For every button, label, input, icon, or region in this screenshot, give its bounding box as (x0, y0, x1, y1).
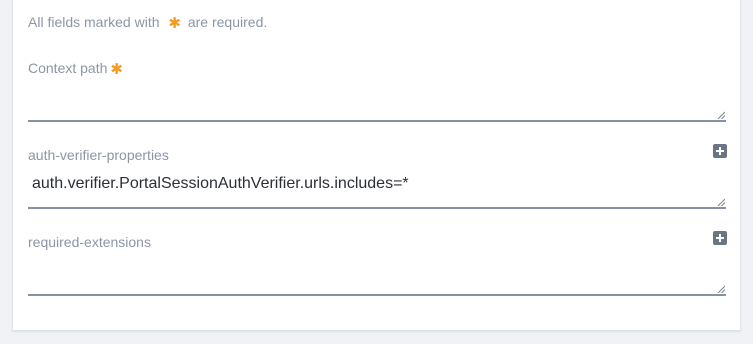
context-path-field: Context path ✱ (28, 60, 726, 123)
auth-verifier-properties-field: auth-verifier-properties auth.verifier.P… (28, 144, 727, 210)
context-path-label-text: Context path (28, 60, 108, 76)
required-extensions-field: required-extensions (28, 231, 727, 297)
required-note-prefix: All fields marked with (28, 14, 160, 30)
required-fields-note: All fields marked with ✱ are required. (28, 14, 267, 32)
add-required-extension-plus-icon[interactable] (713, 231, 727, 245)
required-asterisk-icon: ✱ (168, 15, 181, 32)
configuration-form-panel: All fields marked with ✱ are required. C… (12, 0, 741, 331)
resize-handle-icon[interactable] (717, 198, 725, 206)
context-path-label: Context path ✱ (28, 60, 726, 78)
required-note-suffix: are required. (187, 14, 268, 30)
auth-verifier-properties-value: auth.verifier.PortalSessionAuthVerifier.… (32, 175, 409, 192)
add-auth-verifier-property-plus-icon[interactable] (713, 144, 727, 158)
auth-verifier-properties-label: auth-verifier-properties (28, 147, 169, 163)
required-extensions-textarea[interactable] (28, 266, 726, 296)
context-path-textarea[interactable] (28, 92, 726, 122)
resize-handle-icon[interactable] (717, 285, 725, 293)
required-asterisk-icon: ✱ (110, 61, 123, 78)
resize-handle-icon[interactable] (717, 111, 725, 119)
required-extensions-label: required-extensions (28, 234, 151, 250)
auth-verifier-properties-textarea[interactable]: auth.verifier.PortalSessionAuthVerifier.… (28, 175, 726, 209)
